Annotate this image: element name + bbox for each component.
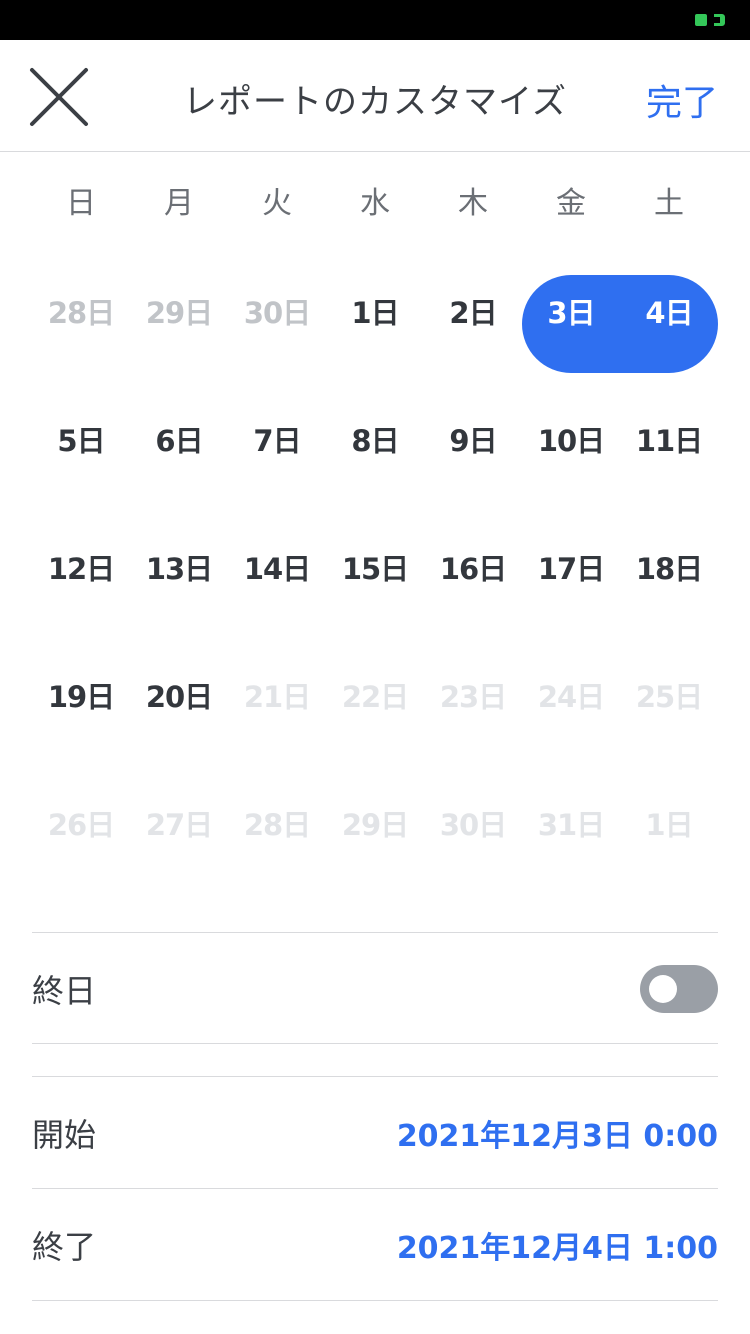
calendar-day[interactable]: 11日 (620, 390, 718, 488)
weekday-label: 火 (262, 186, 292, 221)
calendar-day: 26日 (47, 808, 115, 842)
end-row[interactable]: 終了 2021年12月4日 1:00 (32, 1190, 718, 1300)
divider (32, 1043, 718, 1044)
toggle-knob (649, 975, 677, 1003)
all-day-toggle[interactable] (640, 965, 718, 1013)
divider (32, 1300, 718, 1301)
calendar-day[interactable]: 8日 (326, 390, 424, 488)
weekday-label: 水 (360, 186, 390, 221)
calendar-day[interactable]: 2日 (424, 262, 522, 360)
calendar-day: 30日 (439, 808, 507, 842)
all-day-label: 終日 (32, 972, 97, 1010)
start-row[interactable]: 開始 2021年12月3日 0:00 (32, 1078, 718, 1188)
weekday-label: 月 (164, 186, 194, 221)
calendar-grid: 28日 29日 30日 1日 2日 3日 4日 5日 6日 7日 8日 9日 1… (32, 262, 718, 902)
calendar-day[interactable]: 9日 (424, 390, 522, 488)
calendar-day: 30日 (243, 296, 311, 330)
divider (32, 1188, 718, 1189)
weekday-label: 日 (66, 186, 96, 221)
header: レポートのカスタマイズ 完了 (0, 40, 750, 152)
calendar-day: 29日 (145, 296, 213, 330)
calendar-day: 22日 (341, 680, 409, 714)
calendar-week: 5日 6日 7日 8日 9日 10日 11日 (32, 390, 718, 518)
weekday-label: 金 (556, 186, 586, 221)
calendar-day: 25日 (635, 680, 703, 714)
done-button[interactable]: 完了 (646, 74, 718, 126)
end-datetime-value[interactable]: 2021年12月4日 1:00 (397, 1223, 718, 1267)
weekday-label: 木 (458, 186, 488, 221)
calendar-day[interactable]: 13日 (130, 518, 228, 616)
calendar-day-range-end[interactable]: 4日 (620, 262, 718, 360)
calendar-week: 26日 27日 28日 29日 30日 31日 1日 (32, 774, 718, 902)
calendar-day[interactable]: 16日 (424, 518, 522, 616)
calendar-day: 27日 (145, 808, 213, 842)
calendar-day[interactable]: 20日 (130, 646, 228, 744)
calendar-day: 28日 (47, 296, 115, 330)
all-day-row: 終日 (32, 934, 718, 1044)
calendar-day: 31日 (537, 808, 605, 842)
calendar-week: 19日 20日 21日 22日 23日 24日 25日 (32, 646, 718, 774)
calendar-day[interactable]: 14日 (228, 518, 326, 616)
calendar-week: 12日 13日 14日 15日 16日 17日 18日 (32, 518, 718, 646)
calendar-day[interactable]: 6日 (130, 390, 228, 488)
page-title: レポートのカスタマイズ (183, 82, 567, 122)
divider (32, 932, 718, 933)
battery-icon (695, 14, 725, 26)
calendar-week: 28日 29日 30日 1日 2日 3日 4日 (32, 262, 718, 390)
calendar-day[interactable]: 10日 (522, 390, 620, 488)
weekday-label: 土 (654, 186, 684, 221)
start-label: 開始 (32, 1116, 97, 1154)
weekday-header: 日 月 火 水 木 金 土 (32, 178, 718, 221)
calendar-day[interactable]: 5日 (32, 390, 130, 488)
divider (32, 1076, 718, 1077)
calendar-day[interactable]: 18日 (620, 518, 718, 616)
calendar-day-range-start[interactable]: 3日 (522, 262, 620, 360)
calendar-day[interactable]: 19日 (32, 646, 130, 744)
end-label: 終了 (32, 1228, 97, 1266)
calendar-day: 1日 (645, 808, 693, 842)
status-bar (0, 0, 750, 40)
calendar-day: 28日 (243, 808, 311, 842)
calendar-day: 29日 (341, 808, 409, 842)
calendar-day[interactable]: 17日 (522, 518, 620, 616)
calendar-day: 21日 (243, 680, 311, 714)
calendar-day: 23日 (439, 680, 507, 714)
calendar-day[interactable]: 15日 (326, 518, 424, 616)
calendar-day[interactable]: 1日 (326, 262, 424, 360)
calendar-day: 24日 (537, 680, 605, 714)
calendar-day[interactable]: 7日 (228, 390, 326, 488)
start-datetime-value[interactable]: 2021年12月3日 0:00 (397, 1111, 718, 1155)
calendar-day[interactable]: 12日 (32, 518, 130, 616)
